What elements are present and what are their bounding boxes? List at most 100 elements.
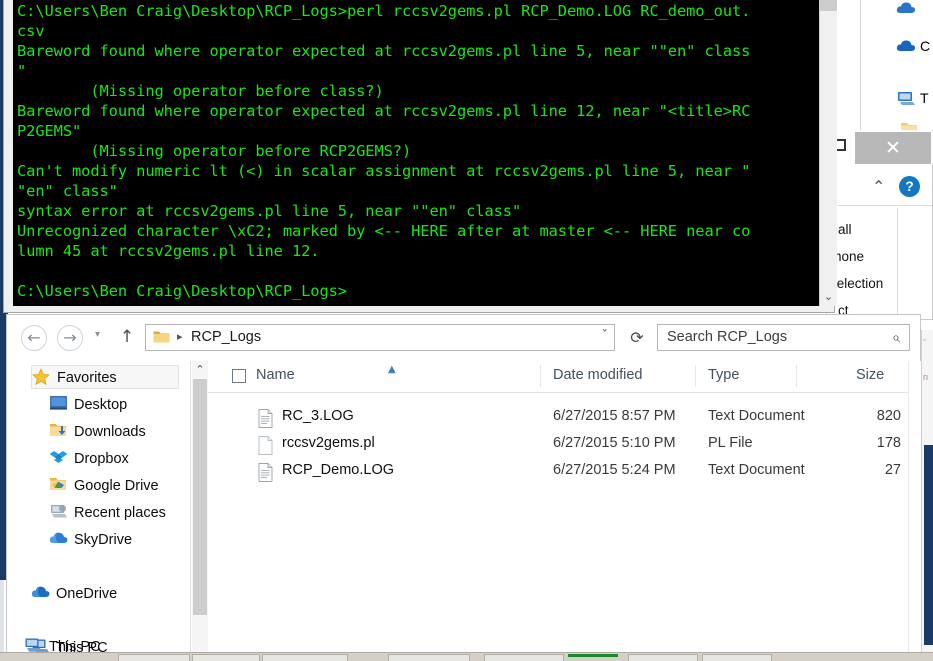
navigation-pane[interactable]: Favorites Desktop Downloads Dropbox Goog… xyxy=(7,361,191,656)
taskbar-button[interactable] xyxy=(192,654,260,661)
back-button[interactable]: ← xyxy=(21,325,47,351)
column-header-name[interactable]: Name xyxy=(256,367,295,383)
sidebar-item-label: Recent places xyxy=(74,505,166,522)
text-document-icon xyxy=(258,409,273,428)
ribbon-group-divider xyxy=(897,208,898,316)
sidebar-item-onedrive[interactable]: OneDrive xyxy=(31,582,117,606)
select-all-checkbox[interactable] xyxy=(232,369,246,383)
console-scrollbar[interactable]: ⌄ xyxy=(819,0,837,306)
ribbon-invert-selection-item[interactable]: selection xyxy=(830,276,883,291)
console-scrollbar-thumb[interactable] xyxy=(820,0,837,11)
bg-right-fragment-text-1: ˇ xyxy=(923,338,926,348)
desktop-icon xyxy=(49,395,69,413)
sort-ascending-icon: ▲ xyxy=(388,364,396,375)
column-header-date-modified[interactable]: Date modified xyxy=(553,367,642,383)
search-input-text: Search RCP_Logs xyxy=(667,329,788,345)
dropbox-icon xyxy=(49,449,69,467)
file-list-pane[interactable]: Name ▲ Date modified Type Size RC_3.LOG … xyxy=(208,361,921,653)
chevron-down-icon[interactable]: ⌄ xyxy=(820,288,837,306)
sidebar-item-label: Dropbox xyxy=(74,451,129,468)
file-date-modified: 6/27/2015 8:57 PM xyxy=(553,408,676,424)
sidebar-item-google-drive[interactable]: Google Drive xyxy=(49,474,159,498)
bg-nav-item-onedrive[interactable]: C xyxy=(896,38,930,56)
sidebar-item-label: Desktop xyxy=(74,397,128,414)
taskbar-button[interactable] xyxy=(388,654,470,661)
forward-button[interactable]: → xyxy=(57,325,83,351)
file-size: 178 xyxy=(876,435,901,451)
text-document-icon xyxy=(258,463,273,482)
sidebar-item-label: Favorites xyxy=(57,370,117,387)
table-row[interactable]: RC_3.LOG 6/27/2015 8:57 PM Text Document… xyxy=(208,405,920,432)
folder-icon xyxy=(153,330,170,344)
column-divider[interactable] xyxy=(540,365,541,387)
sidebar-item-dropbox[interactable]: Dropbox xyxy=(49,447,129,471)
console-window-bottom-border xyxy=(3,306,835,313)
taskbar[interactable] xyxy=(0,652,933,661)
column-divider[interactable] xyxy=(796,365,797,387)
navigation-pane-scrollbar-thumb[interactable] xyxy=(193,379,207,615)
taskbar-button[interactable] xyxy=(484,654,564,661)
onedrive-icon xyxy=(896,39,916,56)
navigation-pane-scrollbar[interactable]: ⌃ xyxy=(192,361,208,653)
column-header-row: Name ▲ Date modified Type Size xyxy=(208,361,920,393)
file-name[interactable]: RC_3.LOG xyxy=(282,408,354,424)
refresh-button[interactable]: ⟳ xyxy=(622,324,652,351)
file-date-modified: 6/27/2015 5:24 PM xyxy=(553,462,676,478)
recent-locations-button[interactable]: ▾ xyxy=(95,329,100,340)
star-icon xyxy=(32,368,52,386)
column-header-type[interactable]: Type xyxy=(708,367,739,383)
file-explorer-window[interactable]: ← → ▾ ↑ ▸ RCP_Logs ˇ ⟳ Search RCP_Logs ⌕ xyxy=(6,314,921,656)
taskbar-button-active[interactable] xyxy=(568,654,618,657)
console-output-text: C:\Users\Ben Craig\Desktop\RCP_Logs>perl… xyxy=(17,2,751,300)
ribbon-select-all-item[interactable]: all xyxy=(838,222,852,237)
bg-nav-label-this-pc: T xyxy=(920,90,929,107)
chevron-up-icon[interactable]: ⌃ xyxy=(192,361,208,378)
close-button[interactable]: ✕ xyxy=(855,132,931,164)
skydrive-icon xyxy=(49,530,69,548)
taskbar-button[interactable] xyxy=(702,654,772,661)
bg-nav-item-skydrive[interactable] xyxy=(896,0,920,18)
bg-nav-item-this-pc[interactable]: T xyxy=(896,90,929,109)
help-icon[interactable]: ? xyxy=(899,176,920,197)
file-name[interactable]: RCP_Demo.LOG xyxy=(282,462,394,478)
up-button[interactable]: ↑ xyxy=(115,324,139,350)
background-window-right-blue-panel xyxy=(924,445,933,645)
file-date-modified: 6/27/2015 5:10 PM xyxy=(553,435,676,451)
sidebar-item-downloads[interactable]: Downloads xyxy=(49,420,146,444)
search-input[interactable]: Search RCP_Logs ⌕ xyxy=(657,324,910,351)
downloads-icon xyxy=(49,422,69,440)
file-list-right-edge xyxy=(908,361,921,653)
breadcrumb-separator-icon[interactable]: ▸ xyxy=(177,330,183,343)
sidebar-item-favorites[interactable]: Favorites xyxy=(31,365,179,389)
sidebar-item-recent-places[interactable]: Recent places xyxy=(49,501,166,525)
file-size: 820 xyxy=(876,408,901,424)
sidebar-item-label: Google Drive xyxy=(74,478,159,495)
table-row[interactable]: rccsv2gems.pl 6/27/2015 5:10 PM PL File … xyxy=(208,432,920,459)
bg-nav-label-onedrive: C xyxy=(920,38,931,54)
column-divider[interactable] xyxy=(695,365,696,387)
file-type: PL File xyxy=(708,435,753,451)
bg-right-fragment-text-2: n xyxy=(923,372,929,382)
breadcrumb-path[interactable]: RCP_Logs xyxy=(191,329,261,345)
table-row[interactable]: RCP_Demo.LOG 6/27/2015 5:24 PM Text Docu… xyxy=(208,459,920,486)
recent-places-icon xyxy=(49,503,69,521)
taskbar-button[interactable] xyxy=(262,654,348,661)
sidebar-item-desktop[interactable]: Desktop xyxy=(49,393,127,417)
taskbar-button[interactable] xyxy=(628,654,698,661)
column-header-size[interactable]: Size xyxy=(856,367,884,383)
console-output-area[interactable]: C:\Users\Ben Craig\Desktop\RCP_Logs>perl… xyxy=(13,0,819,306)
sidebar-item-skydrive[interactable]: SkyDrive xyxy=(49,528,132,552)
onedrive-icon xyxy=(31,584,51,602)
search-icon[interactable]: ⌕ xyxy=(892,330,900,346)
taskbar-button[interactable] xyxy=(118,654,190,661)
chevron-down-icon[interactable]: ˇ xyxy=(602,329,609,344)
this-pc-icon xyxy=(896,90,916,109)
file-name[interactable]: rccsv2gems.pl xyxy=(282,435,375,451)
address-bar[interactable]: ▸ RCP_Logs ˇ xyxy=(145,324,615,351)
screen: C T ˇ n ✕ ⌃ ? all none selection ct C:\U… xyxy=(0,0,933,661)
chevron-up-icon[interactable]: ⌃ xyxy=(872,177,885,196)
file-type: Text Document xyxy=(708,408,805,424)
sidebar-item-label: OneDrive xyxy=(56,586,118,603)
ribbon-select-none-item[interactable]: none xyxy=(834,249,864,264)
command-prompt-window[interactable]: C:\Users\Ben Craig\Desktop\RCP_Logs>perl… xyxy=(3,0,837,313)
